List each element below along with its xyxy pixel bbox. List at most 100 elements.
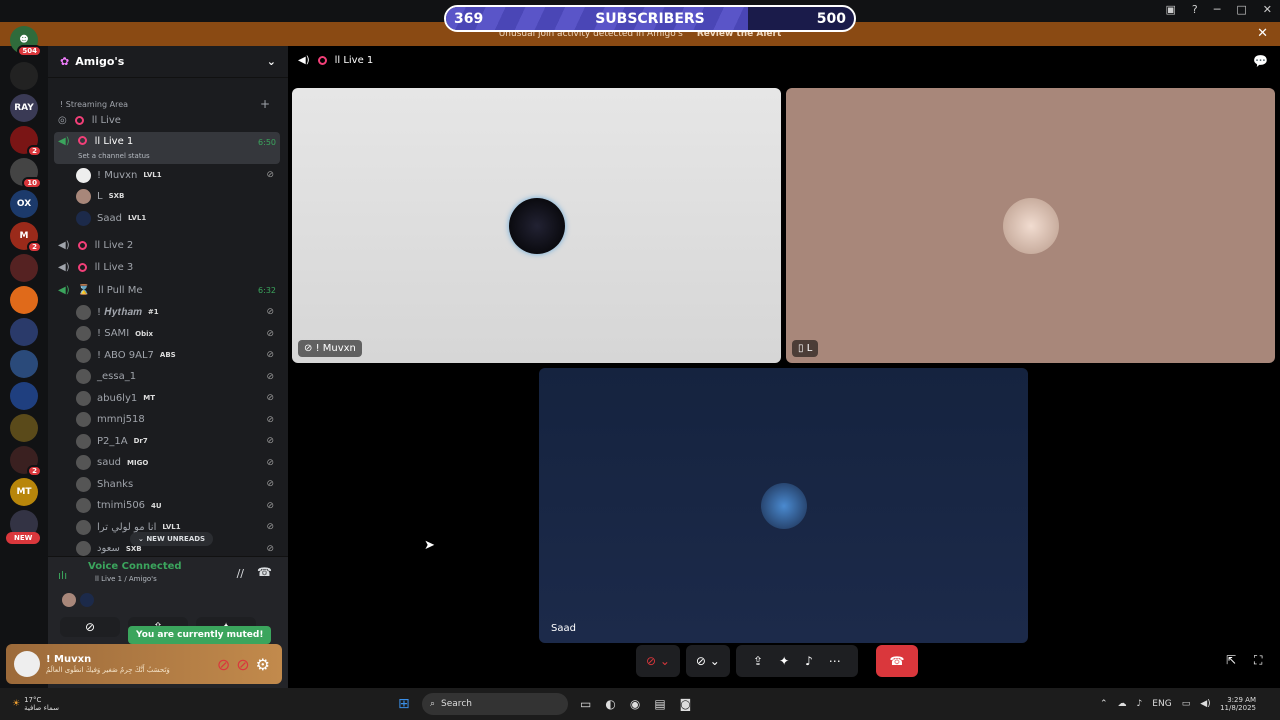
- mic-muted-icon[interactable]: ⊘: [217, 655, 230, 674]
- voice-user[interactable]: _essa_1 ⊘: [54, 367, 280, 387]
- video-tile[interactable]: ▯ L: [786, 88, 1275, 363]
- user-tag: MIGO: [127, 458, 149, 467]
- leave-call-button[interactable]: ☎: [876, 645, 918, 677]
- language-indicator[interactable]: ENG: [1152, 699, 1171, 709]
- server-header[interactable]: ✿ Amigo's ⌄: [48, 46, 288, 78]
- server-icon[interactable]: [10, 318, 38, 346]
- voice-user[interactable]: ! Muvxn LVL1 ⊘: [54, 165, 280, 185]
- voice-user[interactable]: mmnj518 ⊘: [54, 410, 280, 430]
- soundboard-icon[interactable]: ♪: [805, 654, 813, 668]
- server-icon[interactable]: RAY: [10, 94, 38, 122]
- voice-user[interactable]: Shanks ⊘: [54, 474, 280, 494]
- disconnect-icon[interactable]: ☎: [257, 565, 272, 579]
- avatar: [76, 476, 91, 492]
- badge: 2: [27, 241, 42, 253]
- channel-pull-me[interactable]: ◀) ⌛ اا Pull Me 6:32: [54, 280, 280, 300]
- server-icon[interactable]: M2: [10, 222, 42, 253]
- inbox-icon[interactable]: ▣: [1166, 3, 1176, 16]
- camera-button[interactable]: ⊘: [60, 617, 120, 637]
- weather-text: سماء صافية: [24, 704, 59, 712]
- video-tile[interactable]: ⊘ ! Muvxn: [292, 88, 781, 363]
- cloud-icon[interactable]: ☁: [1118, 699, 1127, 709]
- server-icon[interactable]: [10, 414, 38, 442]
- more-icon[interactable]: ⋯: [829, 654, 841, 668]
- clock[interactable]: 3:29 AM 11/8/2025: [1220, 696, 1256, 712]
- add-channel-icon[interactable]: +: [260, 97, 270, 111]
- server-icon[interactable]: 2: [10, 446, 42, 477]
- server-icon[interactable]: [10, 350, 38, 378]
- tray-chevron-icon[interactable]: ⌃: [1100, 699, 1108, 709]
- server-icon[interactable]: ☻ 504: [10, 26, 42, 57]
- start-icon[interactable]: ⊞: [398, 696, 410, 712]
- file-explorer-icon[interactable]: ▤: [654, 697, 665, 711]
- user-panel: ! Muvxn وَتَحسَبُ أَنَّكَ جِرمٌ صَغير وَ…: [6, 644, 282, 684]
- server-icon[interactable]: OX: [10, 190, 38, 218]
- channel-live[interactable]: ◎ اا Live: [54, 110, 280, 130]
- channel-live-3[interactable]: ◀) اا Live 3: [54, 257, 280, 277]
- live-ring-icon: [74, 115, 84, 125]
- camera-toggle-button[interactable]: ⊘ ⌄: [685, 645, 730, 677]
- server-icon[interactable]: [10, 286, 38, 314]
- minimize-button[interactable]: ─: [1214, 3, 1221, 16]
- server-icon[interactable]: MT: [10, 478, 38, 506]
- close-banner-icon[interactable]: ✕: [1257, 26, 1268, 41]
- channel-live-2[interactable]: ◀) اا Live 2: [54, 235, 280, 255]
- server-icon[interactable]: [10, 62, 38, 90]
- voice-user[interactable]: L SXB: [54, 186, 280, 206]
- mic-muted-button[interactable]: ⊘ ⌄: [636, 645, 680, 677]
- avatar[interactable]: [14, 651, 40, 677]
- voice-connected-title[interactable]: Voice Connected: [88, 561, 182, 572]
- close-button[interactable]: ✕: [1263, 3, 1272, 16]
- user-tag: #1: [147, 308, 159, 316]
- pop-out-icon[interactable]: ⇱: [1226, 653, 1236, 667]
- fullscreen-icon[interactable]: ⛶: [1254, 653, 1262, 668]
- participant-name: ! Muvxn: [315, 343, 356, 354]
- search-icon: ⌕: [430, 699, 436, 709]
- new-unreads-pill[interactable]: ⌄ NEW UNREADS: [130, 532, 214, 546]
- participant-name: Saad: [551, 623, 576, 634]
- new-unreads-label: NEW UNREADS: [146, 535, 206, 543]
- screen-share-icon[interactable]: ⇪: [753, 654, 763, 668]
- copilot-icon[interactable]: ◐: [605, 697, 615, 711]
- server-icon[interactable]: 2: [10, 126, 42, 157]
- video-tile[interactable]: Saad: [539, 368, 1028, 643]
- activities-icon[interactable]: ✦: [779, 654, 789, 668]
- chrome-icon[interactable]: ◉: [630, 697, 640, 711]
- voice-user[interactable]: tmimi506 4U ⊘: [54, 496, 280, 516]
- voice-user[interactable]: saud MIGO ⊘: [54, 453, 280, 473]
- voice-user[interactable]: ! ABO 9AL7 ABS ⊘: [54, 345, 280, 365]
- voice-icon: ◀): [58, 284, 70, 296]
- user-name: mmnj518: [97, 414, 145, 425]
- voice-user[interactable]: P2_1A Dr7 ⊘: [54, 431, 280, 451]
- live-ring-icon: [77, 240, 87, 250]
- discord-icon[interactable]: ◙: [680, 697, 692, 711]
- stage-channel-name: اا Live 1: [334, 55, 374, 66]
- voice-user[interactable]: ! SAMI Obix ⊘: [54, 324, 280, 344]
- chevron-down-icon[interactable]: ⌄: [267, 55, 276, 68]
- noise-suppression-icon[interactable]: ∕∕: [237, 567, 244, 580]
- chat-icon[interactable]: 💬: [1253, 54, 1268, 68]
- task-view-icon[interactable]: ▭: [580, 697, 591, 711]
- voice-channel-label[interactable]: اا Live 1 / Amigo's: [95, 575, 157, 583]
- voice-user[interactable]: Saad LVL1: [54, 208, 280, 228]
- server-icon[interactable]: 10: [10, 158, 42, 189]
- settings-icon[interactable]: ⚙: [256, 655, 270, 674]
- taskbar-search[interactable]: ⌕ Search: [422, 693, 568, 715]
- voice-icon: ◀): [58, 261, 70, 273]
- headphones-icon[interactable]: ⊘: [236, 655, 249, 674]
- help-icon[interactable]: ?: [1192, 3, 1198, 16]
- voice-user[interactable]: abu6ly1 MT ⊘: [54, 388, 280, 408]
- voice-user[interactable]: ! 𝑯𝒚𝒕𝒉𝒂𝒎 #1 ⊘: [54, 302, 280, 322]
- new-badge: NEW: [6, 532, 41, 544]
- server-icon[interactable]: [10, 254, 38, 282]
- channel-status[interactable]: Set a channel status: [78, 152, 150, 160]
- subscriber-current: 369: [454, 10, 484, 27]
- channel-live-1[interactable]: ◀) اا Live 1 6:50 Set a channel status: [54, 132, 280, 164]
- mic-icon[interactable]: ♪: [1137, 699, 1143, 709]
- volume-icon[interactable]: ◀): [1200, 699, 1210, 709]
- network-icon[interactable]: ▭: [1182, 699, 1191, 709]
- search-label: Search: [441, 699, 472, 709]
- server-icon[interactable]: [10, 382, 38, 410]
- live-ring-icon: [317, 56, 327, 65]
- maximize-button[interactable]: □: [1236, 3, 1246, 16]
